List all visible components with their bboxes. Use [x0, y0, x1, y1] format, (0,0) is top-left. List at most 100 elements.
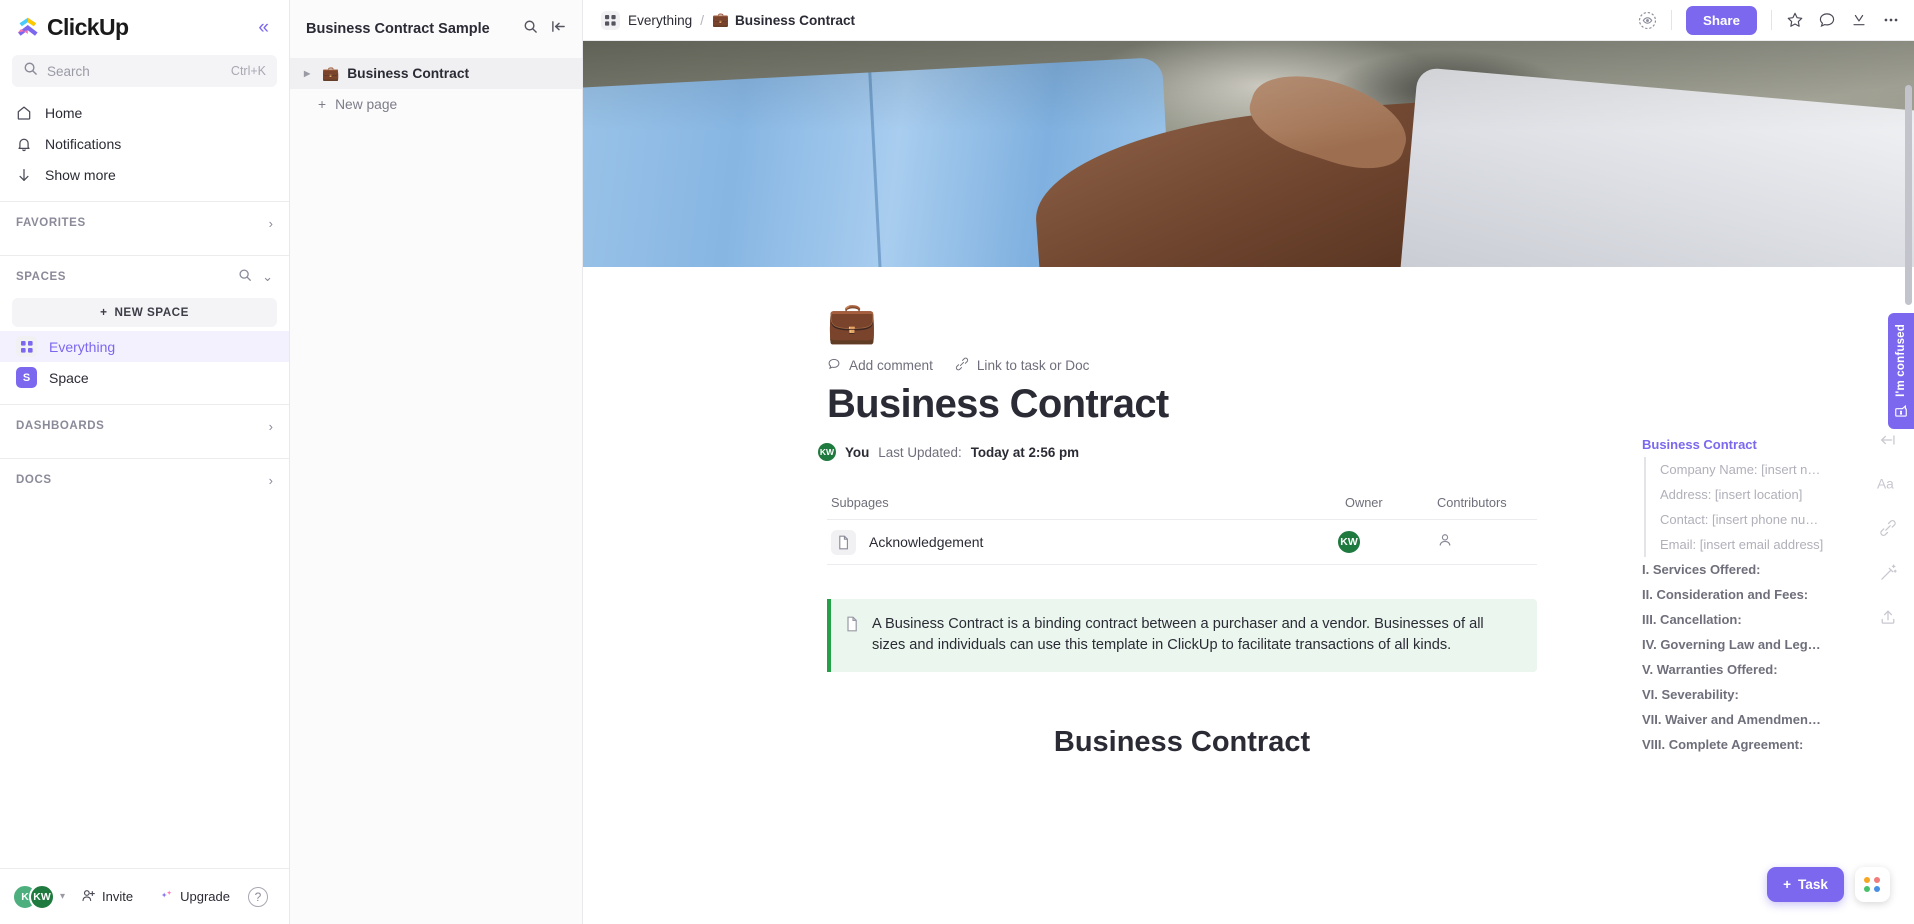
- outline-item[interactable]: Address: [insert location]: [1644, 482, 1842, 507]
- person-icon[interactable]: [1437, 532, 1453, 553]
- sidebar-collapse-button[interactable]: «: [254, 16, 273, 39]
- arrow-down-icon: [16, 167, 32, 183]
- sidebar-item-space[interactable]: S Space: [0, 362, 289, 393]
- new-task-button[interactable]: + Task: [1767, 867, 1844, 902]
- doc-pages-panel: Business Contract Sample ▶ 💼 Business Co…: [290, 0, 583, 924]
- right-rail: Aa: [1862, 41, 1914, 924]
- link-to-task-label: Link to task or Doc: [976, 358, 1090, 373]
- avatar-group[interactable]: K KW ▾: [12, 883, 65, 910]
- outline-item[interactable]: VII. Waiver and Amendmen…: [1642, 707, 1842, 732]
- share-upload-icon[interactable]: [1879, 608, 1897, 626]
- chevron-down-icon[interactable]: ⌄: [262, 269, 273, 285]
- spaces-search-icon[interactable]: [238, 268, 252, 287]
- page-title[interactable]: Business Contract: [827, 382, 1537, 427]
- sidebar-section-favorites[interactable]: FAVORITES ›: [0, 202, 289, 244]
- sidebar-item-notifications[interactable]: Notifications: [0, 128, 289, 159]
- outline-item[interactable]: Email: [insert email address]: [1644, 532, 1842, 557]
- outline-item[interactable]: Contact: [insert phone nu…: [1644, 507, 1842, 532]
- avatar: KW: [29, 883, 55, 910]
- sidebar-item-label: Notifications: [45, 135, 122, 152]
- doc-panel-search-icon[interactable]: [523, 19, 538, 39]
- doc-panel-collapse-icon[interactable]: [551, 19, 566, 39]
- outline-item[interactable]: IV. Governing Law and Leg…: [1642, 632, 1842, 657]
- feedback-tab[interactable]: I'm confused: [1888, 313, 1914, 429]
- font-size-icon[interactable]: Aa: [1877, 475, 1899, 493]
- sidebar-item-everything[interactable]: Everything: [0, 331, 289, 362]
- add-comment-button[interactable]: Add comment: [827, 357, 933, 374]
- outline-item[interactable]: I. Services Offered:: [1642, 557, 1842, 582]
- sidebar-header: ClickUp «: [0, 0, 289, 51]
- sidebar-section-spaces[interactable]: SPACES ⌄: [0, 256, 289, 298]
- home-icon: [16, 105, 32, 121]
- upgrade-button[interactable]: Upgrade: [149, 883, 240, 911]
- add-comment-label: Add comment: [849, 358, 933, 373]
- chevron-right-icon[interactable]: ›: [269, 473, 273, 488]
- breadcrumb-root[interactable]: Everything: [628, 13, 692, 28]
- avatar[interactable]: KW: [1336, 529, 1362, 555]
- chevron-right-icon[interactable]: ▶: [304, 69, 314, 78]
- svg-text:Aa: Aa: [1877, 477, 1894, 492]
- new-space-button[interactable]: + NEW SPACE: [12, 298, 277, 327]
- sidebar-item-label: Home: [45, 104, 83, 121]
- invite-label: Invite: [102, 889, 134, 904]
- chevron-down-icon[interactable]: ▾: [60, 891, 65, 902]
- table-row[interactable]: Acknowledgement KW: [827, 520, 1537, 565]
- document-meta: KW You Last Updated: Today at 2:56 pm: [818, 443, 1537, 461]
- new-task-label: Task: [1798, 877, 1828, 892]
- outline-item[interactable]: VIII. Complete Agreement:: [1642, 732, 1842, 757]
- privacy-eye-icon[interactable]: [1638, 11, 1657, 30]
- apps-dot: [1874, 886, 1880, 892]
- divider: [1771, 10, 1772, 30]
- search-shortcut: Ctrl+K: [230, 64, 266, 78]
- collapse-left-icon[interactable]: [1879, 431, 1897, 449]
- document-emoji[interactable]: 💼: [827, 303, 1537, 343]
- person-add-icon: [81, 888, 96, 906]
- sidebar-footer: K KW ▾ Invite Upgrade ?: [0, 868, 289, 924]
- section-label: SPACES: [16, 271, 67, 283]
- link-icon[interactable]: [1879, 519, 1897, 537]
- outline-item[interactable]: Business Contract: [1642, 432, 1842, 457]
- comment-icon: [827, 357, 841, 374]
- sidebar-section-dashboards[interactable]: DASHBOARDS ›: [0, 405, 289, 447]
- outline-item[interactable]: Company Name: [insert n…: [1644, 457, 1842, 482]
- plus-icon: +: [318, 97, 327, 112]
- link-icon: [955, 357, 969, 374]
- share-button[interactable]: Share: [1686, 5, 1757, 35]
- outline-item[interactable]: III. Cancellation:: [1642, 607, 1842, 632]
- star-icon[interactable]: [1786, 11, 1804, 29]
- outline-item[interactable]: VI. Severability:: [1642, 682, 1842, 707]
- top-actions: Share: [1638, 5, 1900, 35]
- clickup-logo[interactable]: ClickUp: [16, 14, 129, 41]
- apps-dot: [1864, 877, 1870, 883]
- new-space-label: NEW SPACE: [114, 306, 189, 319]
- help-icon[interactable]: ?: [247, 886, 268, 907]
- sidebar-item-show-more[interactable]: Show more: [0, 159, 289, 190]
- search-input[interactable]: Search Ctrl+K: [12, 55, 277, 87]
- clickup-logo-text: ClickUp: [47, 14, 129, 40]
- document-author: You: [845, 444, 870, 460]
- chevron-right-icon[interactable]: ›: [269, 419, 273, 434]
- sidebar-item-label: Show more: [45, 166, 116, 183]
- sidebar-section-docs[interactable]: DOCS ›: [0, 459, 289, 501]
- callout-block[interactable]: A Business Contract is a binding contrac…: [827, 599, 1537, 673]
- chevron-right-icon[interactable]: ›: [269, 216, 273, 231]
- magic-wand-icon[interactable]: [1879, 563, 1898, 582]
- breadcrumb-current[interactable]: 💼 Business Contract: [712, 12, 855, 28]
- export-icon[interactable]: [1850, 11, 1868, 29]
- more-horizontal-icon[interactable]: [1882, 11, 1900, 29]
- sidebar-item-home[interactable]: Home: [0, 97, 289, 128]
- document-actions: Add comment Link to task or Doc: [827, 357, 1537, 374]
- apps-grid-button[interactable]: [1855, 867, 1890, 902]
- cover-image[interactable]: [583, 41, 1914, 267]
- comment-icon[interactable]: [1818, 11, 1836, 29]
- outline-item[interactable]: V. Warranties Offered:: [1642, 657, 1842, 682]
- avatar[interactable]: KW: [818, 443, 836, 461]
- floating-action-buttons: + Task: [1767, 867, 1890, 902]
- new-page-button[interactable]: + New page: [290, 89, 582, 120]
- subpage-name: Acknowledgement: [869, 534, 984, 550]
- link-to-task-button[interactable]: Link to task or Doc: [955, 357, 1090, 374]
- doc-page-item-business-contract[interactable]: ▶ 💼 Business Contract: [290, 58, 582, 89]
- invite-button[interactable]: Invite: [71, 883, 143, 911]
- callout-text: A Business Contract is a binding contrac…: [872, 616, 1484, 654]
- outline-item[interactable]: II. Consideration and Fees:: [1642, 582, 1842, 607]
